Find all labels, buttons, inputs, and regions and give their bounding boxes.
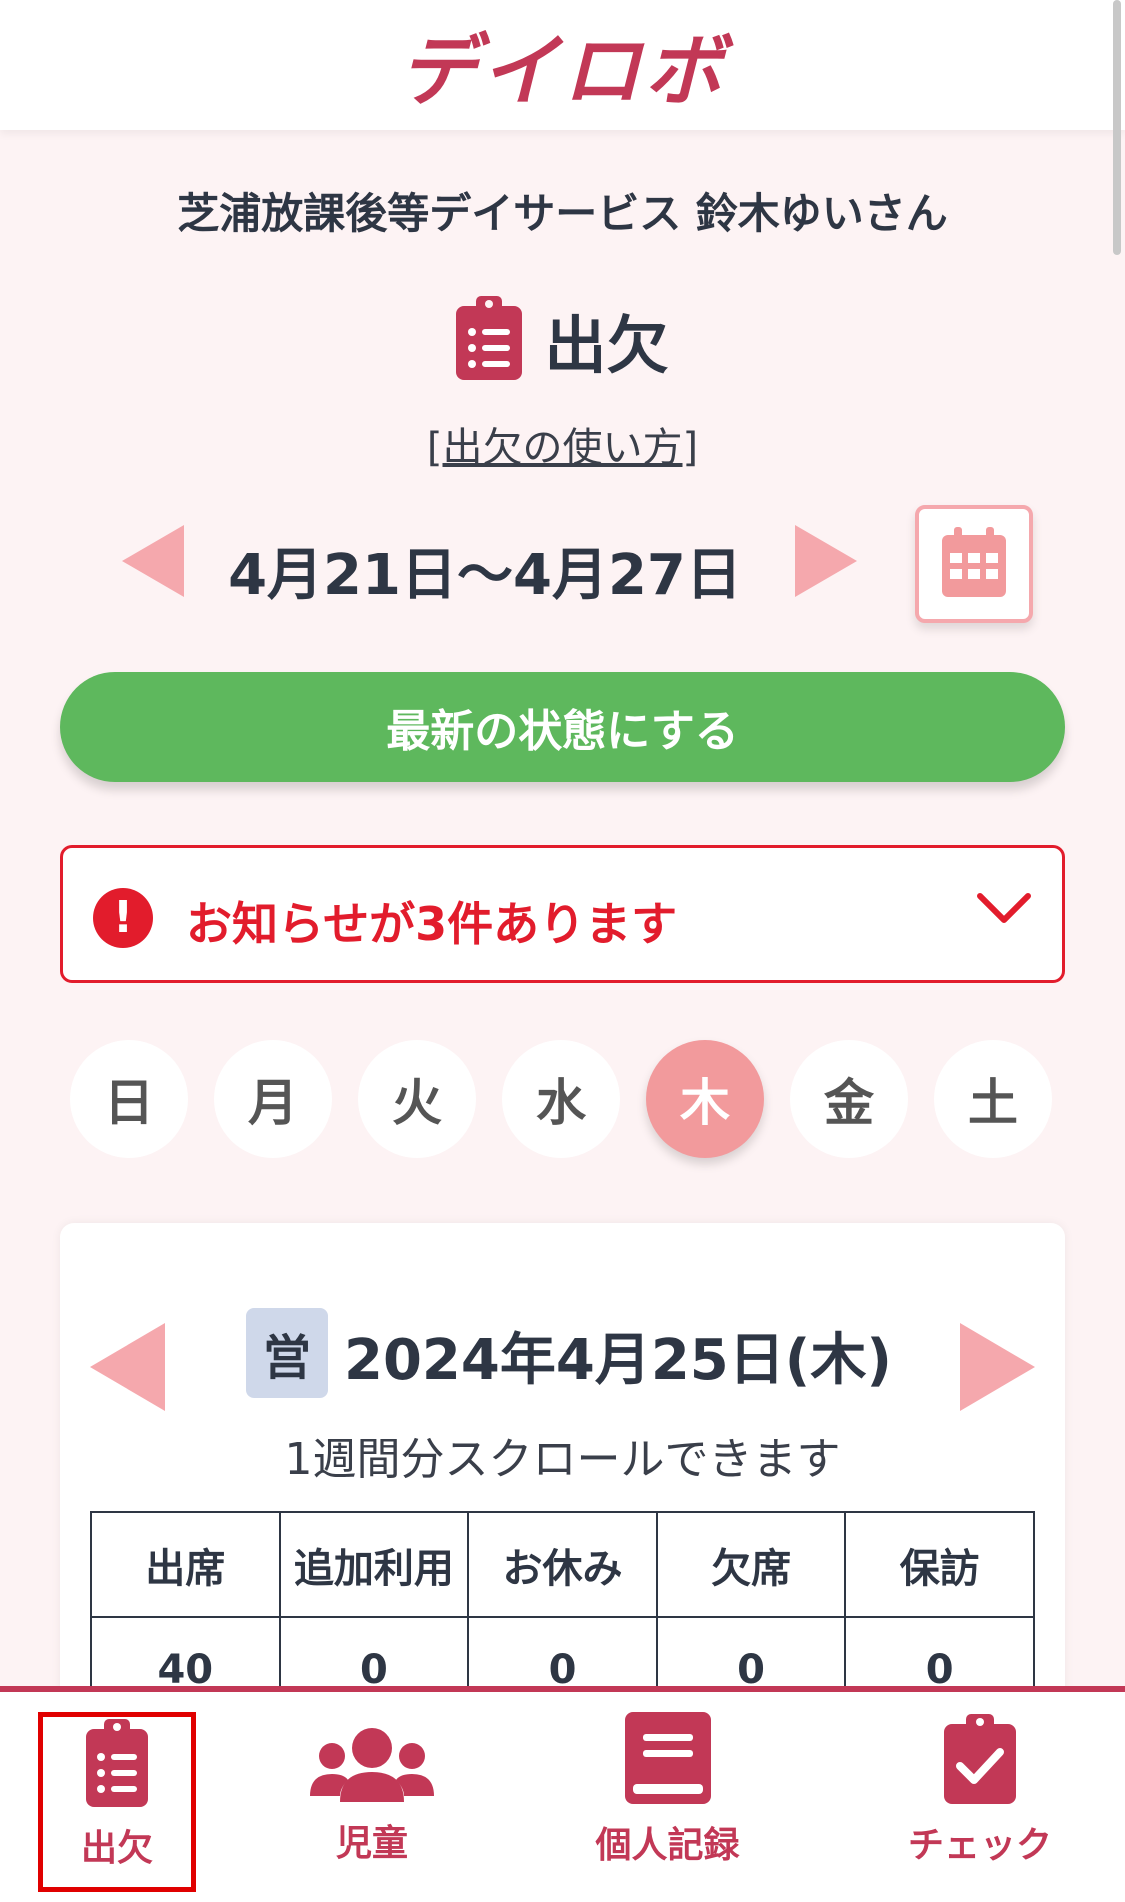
nav-personal-records[interactable]: 個人記録 xyxy=(565,1712,770,1892)
calendar-button[interactable] xyxy=(915,505,1033,623)
week-navigator: 4月21日〜4月27日 xyxy=(0,505,1125,630)
nav-children[interactable]: 児童 xyxy=(272,1712,472,1892)
bottom-nav: 出欠 児童 個人記録 チェック xyxy=(0,1686,1125,1902)
table-header-row: 出席 追加利用 お休み 欠席 保訪 xyxy=(90,1511,1035,1618)
weekday-selector: 日 月 火 水 木 金 土 xyxy=(70,1040,1055,1165)
business-day-badge: 営 xyxy=(246,1308,328,1398)
day-thu[interactable]: 木 xyxy=(646,1040,764,1158)
column-header: 欠席 xyxy=(655,1511,847,1618)
nav-check[interactable]: チェック xyxy=(870,1712,1090,1892)
column-header: 追加利用 xyxy=(278,1511,470,1618)
week-range: 4月21日〜4月27日 xyxy=(228,543,742,608)
notice-banner[interactable]: ! お知らせが3件あります xyxy=(60,845,1065,983)
day-sun[interactable]: 日 xyxy=(70,1040,188,1158)
day-fri[interactable]: 金 xyxy=(790,1040,908,1158)
app-header: デイロボ xyxy=(0,0,1125,130)
clipboard-list-icon xyxy=(456,296,523,384)
chevron-down-icon[interactable] xyxy=(976,888,1032,932)
day-tue[interactable]: 火 xyxy=(358,1040,476,1158)
nav-label: 出欠 xyxy=(80,1828,153,1869)
page-title: 出欠 xyxy=(544,309,669,382)
howto-link[interactable]: [出欠の使い方] xyxy=(0,415,1125,473)
nav-label: 個人記録 xyxy=(595,1825,740,1866)
prev-week-arrow-icon[interactable] xyxy=(122,525,184,597)
notice-text: お知らせが3件あります xyxy=(186,897,678,951)
alert-icon: ! xyxy=(93,888,153,948)
page-title-row: 出欠 xyxy=(0,295,1125,385)
app-logo: デイロボ xyxy=(398,27,727,117)
users-icon xyxy=(310,1726,434,1806)
nav-attendance[interactable]: 出欠 xyxy=(38,1712,196,1892)
facility-name: 芝浦放課後等デイサービス 鈴木ゆいさん xyxy=(177,189,948,238)
scroll-hint: 1週間分スクロールできます xyxy=(284,1434,841,1485)
day-date: 2024年4月25日(木) xyxy=(344,1328,892,1393)
book-icon xyxy=(624,1712,711,1808)
day-mon[interactable]: 月 xyxy=(214,1040,332,1158)
nav-label: 児童 xyxy=(335,1823,408,1864)
prev-day-arrow-icon[interactable] xyxy=(90,1323,165,1411)
day-sat[interactable]: 土 xyxy=(934,1040,1052,1158)
nav-label: チェック xyxy=(907,1825,1052,1866)
howto-link-text[interactable]: 出欠の使い方 xyxy=(443,425,683,471)
calendar-icon xyxy=(942,527,1006,601)
bracket-close: ] xyxy=(682,425,699,471)
clipboard-list-icon xyxy=(86,1717,148,1811)
column-header: お休み xyxy=(467,1511,658,1618)
column-header: 出席 xyxy=(90,1511,281,1618)
column-header: 保訪 xyxy=(844,1511,1035,1618)
bracket-open: [ xyxy=(426,425,443,471)
day-wed[interactable]: 水 xyxy=(502,1040,620,1158)
next-day-arrow-icon[interactable] xyxy=(960,1323,1035,1411)
clipboard-check-icon xyxy=(944,1712,1016,1808)
refresh-button[interactable]: 最新の状態にする xyxy=(60,672,1065,782)
next-week-arrow-icon[interactable] xyxy=(795,525,857,597)
